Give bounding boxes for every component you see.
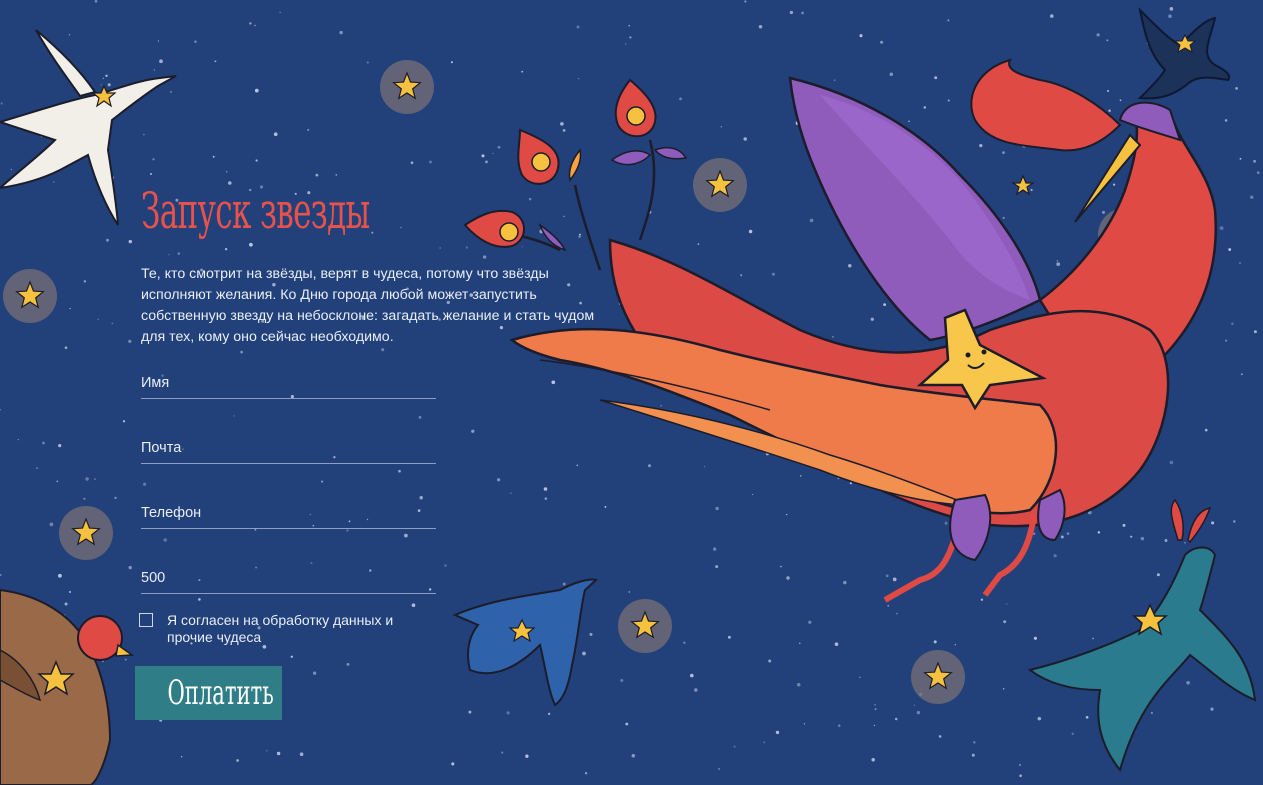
- consent-checkbox[interactable]: [139, 613, 153, 627]
- phone-input[interactable]: [141, 498, 436, 528]
- flower-branch-icon: [463, 78, 688, 271]
- brown-bird-icon: [0, 588, 135, 785]
- amount-field[interactable]: [141, 563, 436, 594]
- email-input[interactable]: [141, 433, 436, 463]
- teal-bird-icon: [1027, 498, 1257, 773]
- consent-label: Я согласен на обработку данных и прочие …: [167, 612, 394, 645]
- pay-button-label: Оплатить: [167, 673, 274, 713]
- amount-input[interactable]: [141, 563, 436, 593]
- page-description: Те, кто смотрит на звёзды, верят в чудес…: [141, 266, 595, 345]
- pay-button[interactable]: Оплатить: [135, 666, 282, 720]
- name-input[interactable]: [141, 368, 436, 398]
- email-field[interactable]: [141, 433, 436, 464]
- name-field[interactable]: [141, 368, 436, 399]
- page-title: Запуск звезды: [141, 182, 370, 240]
- firebird-icon: [509, 58, 1217, 603]
- small-star-icon: [1011, 174, 1035, 196]
- star-launch-page: Запуск звезды Те, кто смотрит на звёзды,…: [0, 0, 1263, 785]
- blue-swallow-icon: [452, 578, 598, 707]
- dark-bird-icon: [1137, 6, 1231, 100]
- phone-field[interactable]: [141, 498, 436, 529]
